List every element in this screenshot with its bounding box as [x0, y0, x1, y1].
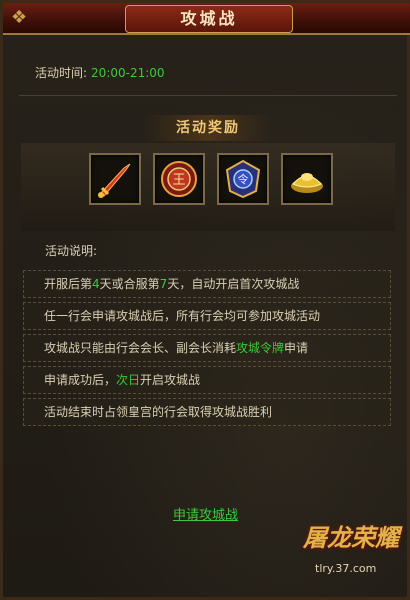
activity-time-value: 20:00-21:00	[91, 66, 165, 80]
logo-title: 屠龙荣耀	[303, 523, 399, 552]
reward-slot-sword[interactable]	[89, 153, 141, 205]
reward-slot-guild-badge[interactable]: 令	[217, 153, 269, 205]
rewards-title: 活动奖励	[143, 115, 273, 141]
apply-siege-link[interactable]: 申请攻城战	[173, 504, 238, 523]
activity-time: 活动时间: 20:00-21:00	[35, 64, 165, 81]
dragon-ornament-right-icon	[345, 5, 405, 31]
gold-ingot-icon	[291, 173, 323, 193]
activity-time-label: 活动时间:	[35, 66, 88, 80]
rule-line-2: 任一行会申请攻城战后，所有行会均可参加攻城活动	[23, 302, 391, 330]
logo-url: tlry.37.com	[315, 562, 377, 575]
title-bar[interactable]: ❖ 攻城战	[3, 3, 410, 35]
reward-slot-gold-ingot[interactable]	[281, 153, 333, 205]
guild-badge-icon: 令	[225, 159, 261, 199]
rule-line-3: 攻城战只能由行会会长、副会长消耗攻城令牌申请	[23, 334, 391, 362]
sword-icon	[98, 163, 131, 198]
svg-text:令: 令	[238, 172, 249, 186]
dragon-ornament-left-icon: ❖	[11, 7, 28, 28]
king-medal-icon: 王	[161, 161, 197, 197]
svg-text:王: 王	[172, 173, 185, 188]
page-title: 攻城战	[125, 5, 293, 33]
divider	[19, 95, 397, 96]
game-logo: 屠龙荣耀 tlry.37.com	[297, 508, 405, 588]
rule-line-1: 开服后第4天或合服第7天，自动开启首次攻城战	[23, 270, 391, 298]
rule-line-5: 活动结束时占领皇宫的行会取得攻城战胜利	[23, 398, 391, 426]
rule-line-4: 申请成功后，次日开启攻城战	[23, 366, 391, 394]
reward-band	[21, 143, 395, 231]
event-panel: ❖ 攻城战 活动时间: 20:00-21:00 活动奖励 王 令 活动说明: 开…	[0, 0, 410, 600]
reward-slot-king-medal[interactable]: 王	[153, 153, 205, 205]
description-label: 活动说明:	[45, 244, 98, 258]
